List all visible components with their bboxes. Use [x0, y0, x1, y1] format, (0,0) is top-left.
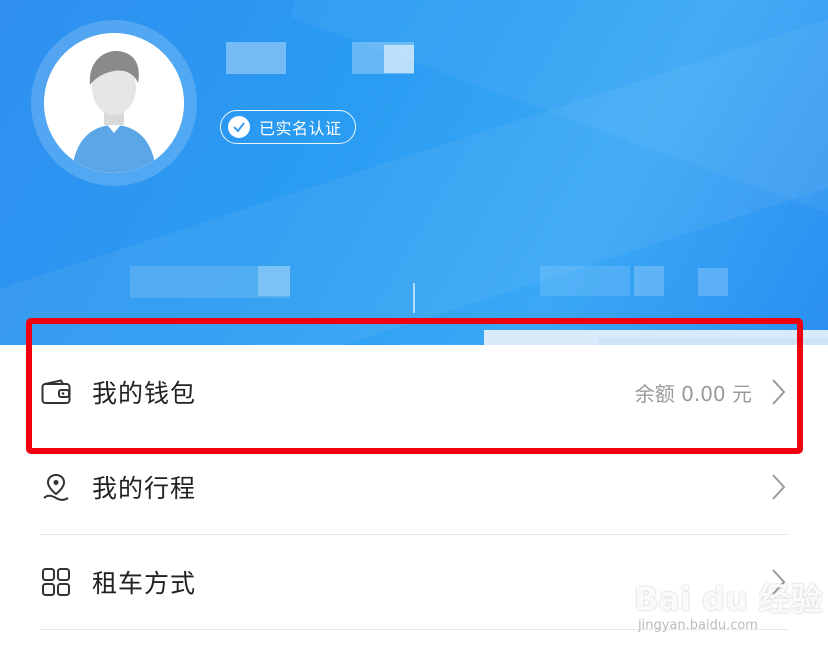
profile-header: 已实名认证 [0, 0, 828, 345]
user-avatar-icon [44, 33, 184, 173]
menu-item-label: 我的行程 [92, 474, 197, 503]
masked-username [226, 42, 286, 74]
menu-item-trips[interactable]: 我的行程 [40, 440, 788, 534]
chevron-right-icon [768, 472, 788, 502]
baidu-watermark: Bai du 经验 jingyan.baidu.com [634, 574, 823, 633]
watermark-brand: Bai du 经验 [634, 580, 823, 618]
avatar[interactable] [44, 33, 184, 173]
checkmark-icon [228, 116, 250, 138]
verified-badge[interactable]: 已实名认证 [220, 110, 356, 144]
location-pin-icon [40, 471, 72, 503]
masked-stat [634, 266, 664, 296]
masked-stat [698, 268, 728, 296]
highlight-box [26, 318, 803, 454]
stats-divider [413, 283, 415, 313]
watermark-url: jingyan.baidu.com [638, 618, 758, 633]
masked-username [384, 45, 414, 73]
verified-badge-label: 已实名认证 [259, 119, 342, 138]
masked-stat [540, 266, 630, 296]
grid-icon [40, 566, 72, 598]
masked-stat [258, 266, 290, 296]
menu-item-label: 租车方式 [92, 569, 197, 598]
